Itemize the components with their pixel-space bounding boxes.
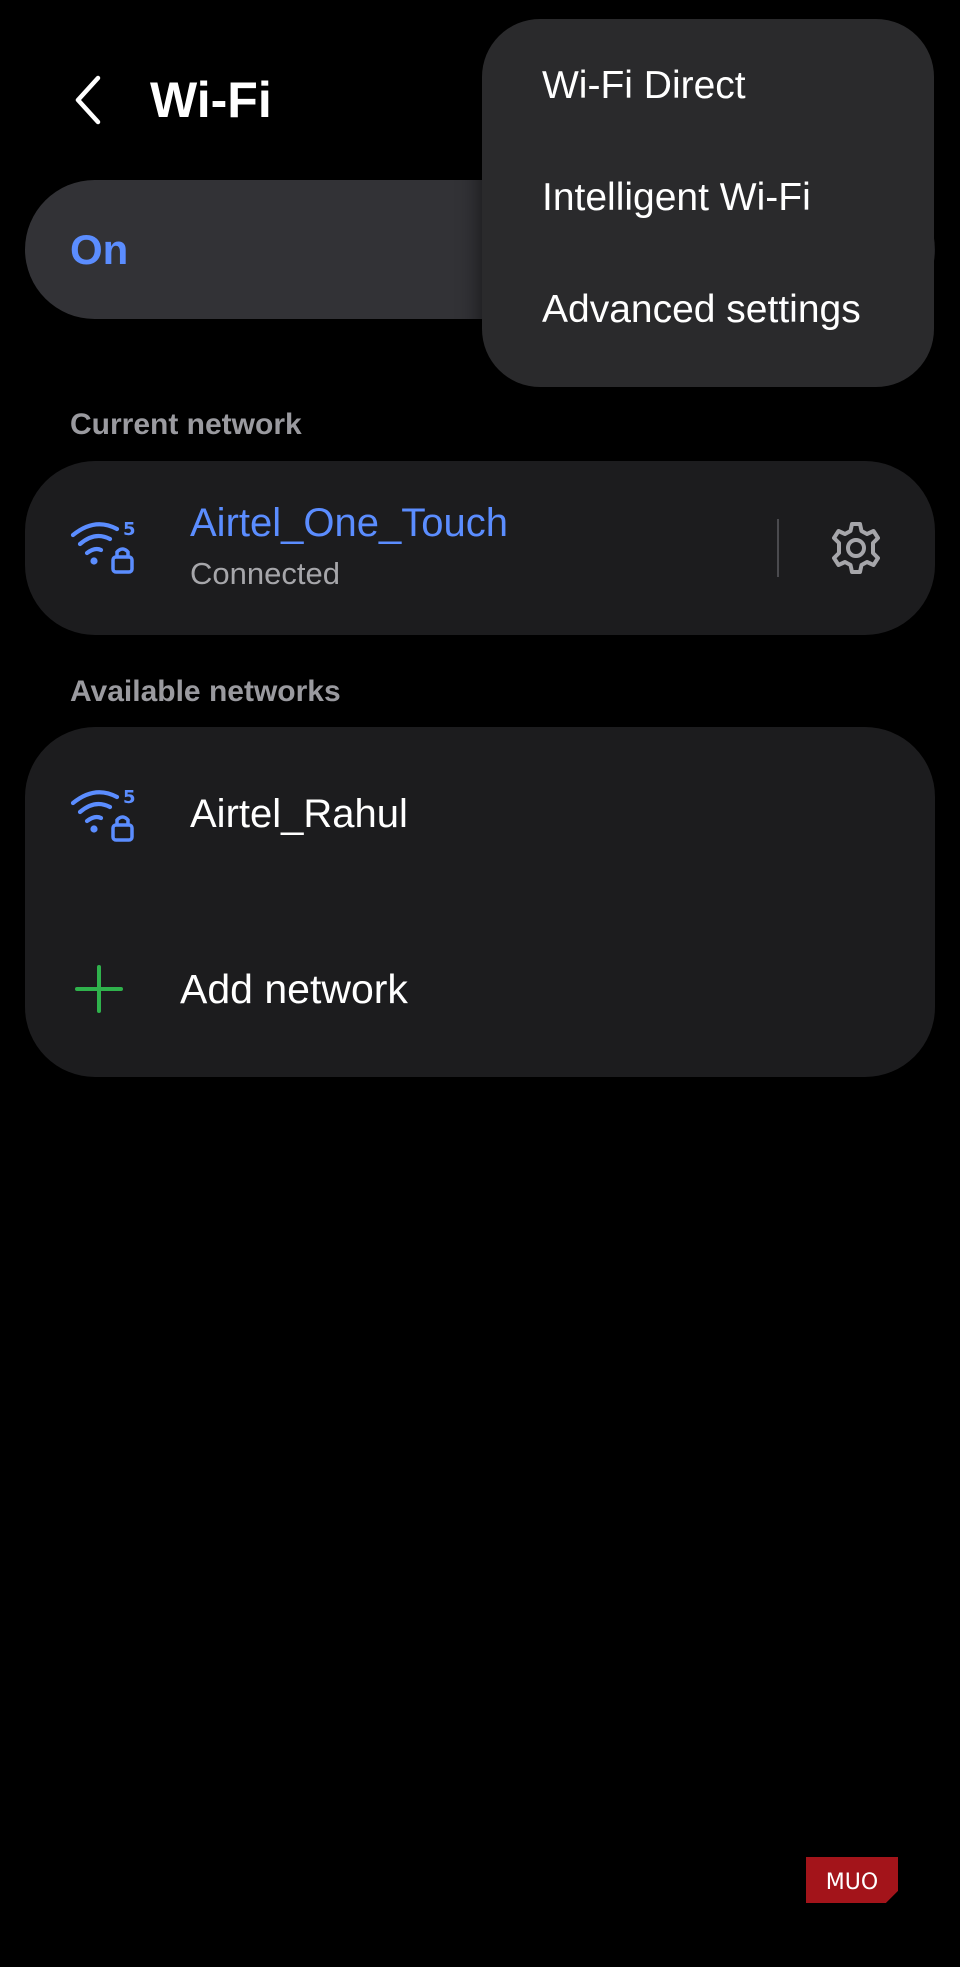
- wifi-5ghz-locked-icon: 5: [70, 519, 136, 574]
- muo-logo: MUO: [806, 1857, 898, 1903]
- network-settings-button[interactable]: [824, 516, 888, 580]
- toggle-state-label: On: [70, 226, 129, 273]
- menu-item-label: Advanced settings: [542, 288, 861, 331]
- wifi-5ghz-locked-icon: 5: [70, 787, 136, 842]
- menu-item-label: Wi-Fi Direct: [542, 64, 746, 107]
- menu-item-label: Intelligent Wi-Fi: [542, 176, 811, 219]
- menu-item-intelligent-wifi[interactable]: Intelligent Wi-Fi: [482, 143, 934, 255]
- overflow-menu: Wi-Fi Direct Intelligent Wi-Fi Advanced …: [482, 19, 934, 387]
- menu-item-advanced-settings[interactable]: Advanced settings: [482, 255, 934, 367]
- back-button[interactable]: [60, 70, 116, 130]
- available-networks-card: 5 Airtel_Rahul Add network: [25, 727, 935, 1077]
- band-label: 5: [123, 519, 136, 540]
- add-network-button[interactable]: Add network: [25, 902, 935, 1077]
- current-network-heading: Current network: [70, 408, 302, 441]
- current-network-card: 5 Airtel_One_Touch Connected: [25, 461, 935, 635]
- current-network-row[interactable]: 5 Airtel_One_Touch Connected: [25, 461, 935, 635]
- menu-item-wifi-direct[interactable]: Wi-Fi Direct: [482, 31, 934, 143]
- row-divider: [777, 519, 779, 577]
- gear-icon: [832, 522, 880, 574]
- watermark-text: MUO: [826, 1870, 878, 1895]
- band-label: 5: [123, 787, 136, 808]
- plus-icon: [75, 965, 123, 1013]
- chevron-left-icon: [75, 75, 101, 125]
- available-networks-heading: Available networks: [70, 675, 341, 708]
- network-list-item[interactable]: 5 Airtel_Rahul: [25, 727, 935, 902]
- add-network-label: Add network: [180, 966, 408, 1012]
- current-network-name: Airtel_One_Touch: [190, 501, 508, 545]
- page-title: Wi-Fi: [150, 72, 272, 128]
- current-network-status: Connected: [190, 556, 340, 591]
- network-name: Airtel_Rahul: [190, 792, 408, 836]
